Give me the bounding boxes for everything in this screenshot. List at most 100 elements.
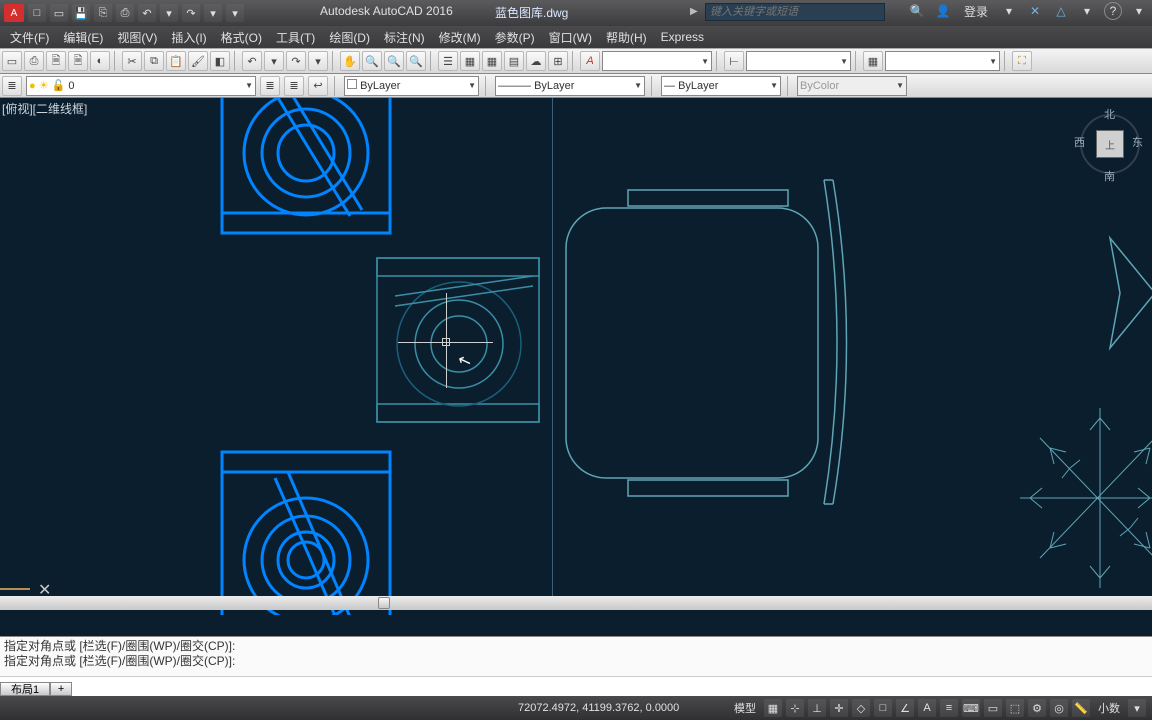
dimstyle-combo[interactable]: ▼ [746, 51, 851, 71]
color-combo[interactable]: ByLayer▼ [344, 76, 479, 96]
tb-textstyle-icon[interactable]: A [580, 51, 600, 71]
drawing-canvas[interactable]: [俯视][二维线框] 上 北 南 西 东 [0, 98, 1152, 610]
viewcube-north[interactable]: 北 [1104, 106, 1115, 122]
status-lw-icon[interactable]: ≡ [940, 699, 958, 717]
tb-match-icon[interactable]: 🖌 [188, 51, 208, 71]
app-logo[interactable]: A [4, 4, 24, 22]
layer-prev-icon[interactable]: ↩ [308, 76, 328, 96]
qat-open-icon[interactable]: ▭ [50, 4, 68, 22]
command-input[interactable]: 键入命令 [0, 676, 1152, 696]
tb-zoomwin-icon[interactable]: 🔍 [384, 51, 404, 71]
status-sc-icon[interactable]: ⬚ [1006, 699, 1024, 717]
tb-qcalc-icon[interactable]: ⊞ [548, 51, 568, 71]
tab-add[interactable]: + [50, 682, 72, 696]
qat-plot-icon[interactable]: ⎙ [116, 4, 134, 22]
menu-edit[interactable]: 编辑(E) [57, 27, 109, 48]
tb-zoomrt-icon[interactable]: 🔍 [362, 51, 382, 71]
tablestyle-combo[interactable]: ▼ [885, 51, 1000, 71]
status-polar-icon[interactable]: ✛ [830, 699, 848, 717]
tb-ssm-icon[interactable]: ▤ [504, 51, 524, 71]
a360-dd-icon[interactable]: ▾ [1078, 2, 1096, 20]
layer-combo[interactable]: ● ☀ 🔓 0 ▼ [26, 76, 256, 96]
status-ortho-icon[interactable]: ⊥ [808, 699, 826, 717]
login-dd-icon[interactable]: ▾ [1000, 2, 1018, 20]
status-otrack-icon[interactable]: ∠ [896, 699, 914, 717]
menu-format[interactable]: 格式(O) [215, 27, 268, 48]
status-qp-icon[interactable]: ▭ [984, 699, 1002, 717]
menu-window[interactable]: 窗口(W) [543, 27, 598, 48]
qat-new-icon[interactable]: □ [28, 4, 46, 22]
view-label[interactable]: [俯视][二维线框] [2, 100, 87, 117]
tb-copy-icon[interactable]: ⧉ [144, 51, 164, 71]
status-units-dd[interactable]: ▾ [1128, 699, 1146, 717]
tab-layout1[interactable]: 布局1 [0, 682, 50, 696]
binoculars-icon[interactable]: 🔍 [908, 2, 926, 20]
tb-dimstyle-icon[interactable]: ⊢ [724, 51, 744, 71]
menu-modify[interactable]: 修改(M) [433, 27, 487, 48]
tb-undo-dd[interactable]: ▾ [264, 51, 284, 71]
tb-markup-icon[interactable]: ☁ [526, 51, 546, 71]
layer-props-icon[interactable]: ≣ [2, 76, 22, 96]
tb-3ddwf-icon[interactable]: ◐ [90, 51, 110, 71]
menu-file[interactable]: 文件(F) [4, 27, 55, 48]
viewcube-east[interactable]: 东 [1132, 134, 1143, 150]
login-button[interactable]: 登录 [960, 3, 992, 20]
qat-redo-dd-icon[interactable]: ▾ [204, 4, 222, 22]
status-model[interactable]: 模型 [730, 700, 760, 716]
command-history[interactable]: 指定对角点或 [栏选(F)/圈围(WP)/圈交(CP)]: 指定对角点或 [栏选… [0, 637, 1152, 676]
qat-undo-icon[interactable]: ↶ [138, 4, 156, 22]
linetype-combo[interactable]: ——— ByLayer▼ [495, 76, 645, 96]
status-dyn-icon[interactable]: ⌨ [962, 699, 980, 717]
search-play-icon[interactable]: ▶ [690, 6, 698, 17]
viewcube-south[interactable]: 南 [1104, 168, 1115, 184]
qat-undo-dd-icon[interactable]: ▾ [160, 4, 178, 22]
infocenter-search[interactable] [705, 3, 885, 21]
tb-paste-icon[interactable]: 📋 [166, 51, 186, 71]
menu-dim[interactable]: 标注(N) [378, 27, 431, 48]
tb-dc-icon[interactable]: ▦ [460, 51, 480, 71]
status-units-label[interactable]: 小数 [1094, 700, 1124, 716]
viewcube-west[interactable]: 西 [1074, 134, 1085, 150]
status-snap-icon[interactable]: ⊹ [786, 699, 804, 717]
coords-readout[interactable]: 72072.4972, 41199.3762, 0.0000 [518, 702, 679, 714]
tb-redo-dd[interactable]: ▾ [308, 51, 328, 71]
tb-redo-icon[interactable]: ↷ [286, 51, 306, 71]
menu-express[interactable]: Express [655, 28, 710, 46]
menu-help[interactable]: 帮助(H) [600, 27, 653, 48]
help-dd-icon[interactable]: ▾ [1130, 2, 1148, 20]
layer-iso-icon[interactable]: ≣ [260, 76, 280, 96]
tb-pan-icon[interactable]: ✋ [340, 51, 360, 71]
lineweight-combo[interactable]: — ByLayer▼ [661, 76, 781, 96]
tb-cut-icon[interactable]: ✂ [122, 51, 142, 71]
tb-publish-icon[interactable]: 🗎 [68, 51, 88, 71]
status-units-icon[interactable]: 📏 [1072, 699, 1090, 717]
menu-tools[interactable]: 工具(T) [270, 27, 321, 48]
qat-customize-icon[interactable]: ▾ [226, 4, 244, 22]
a360-icon[interactable]: △ [1052, 2, 1070, 20]
status-ws-icon[interactable]: ⚙ [1028, 699, 1046, 717]
tb-props-icon[interactable]: ☰ [438, 51, 458, 71]
tb-block-icon[interactable]: ◧ [210, 51, 230, 71]
tb-preview-icon[interactable]: 🗎 [46, 51, 66, 71]
qat-saveas-icon[interactable]: ⎘ [94, 4, 112, 22]
status-iso-icon[interactable]: ◇ [852, 699, 870, 717]
textstyle-combo[interactable]: ▼ [602, 51, 712, 71]
tb-new-icon[interactable]: ▭ [2, 51, 22, 71]
tb-undo-icon[interactable]: ↶ [242, 51, 262, 71]
viewcube-top-face[interactable]: 上 [1096, 130, 1124, 158]
help-icon[interactable]: ? [1104, 2, 1122, 20]
tb-tablestyle-icon[interactable]: ▦ [863, 51, 883, 71]
status-osnap-icon[interactable]: □ [874, 699, 892, 717]
exchange-x-icon[interactable]: ✕ [1026, 2, 1044, 20]
menu-param[interactable]: 参数(P) [489, 27, 541, 48]
menu-view[interactable]: 视图(V) [111, 27, 163, 48]
layer-uniso-icon[interactable]: ≣ [284, 76, 304, 96]
qat-redo-icon[interactable]: ↷ [182, 4, 200, 22]
status-am-icon[interactable]: ◎ [1050, 699, 1068, 717]
tb-zoomprev-icon[interactable]: 🔍 [406, 51, 426, 71]
scrollbar-thumb[interactable] [378, 597, 390, 609]
tb-print-icon[interactable]: ⎙ [24, 51, 44, 71]
tb-cleanscreen-icon[interactable]: ⛶ [1012, 51, 1032, 71]
qat-save-icon[interactable]: 💾 [72, 4, 90, 22]
status-grid-icon[interactable]: ▦ [764, 699, 782, 717]
